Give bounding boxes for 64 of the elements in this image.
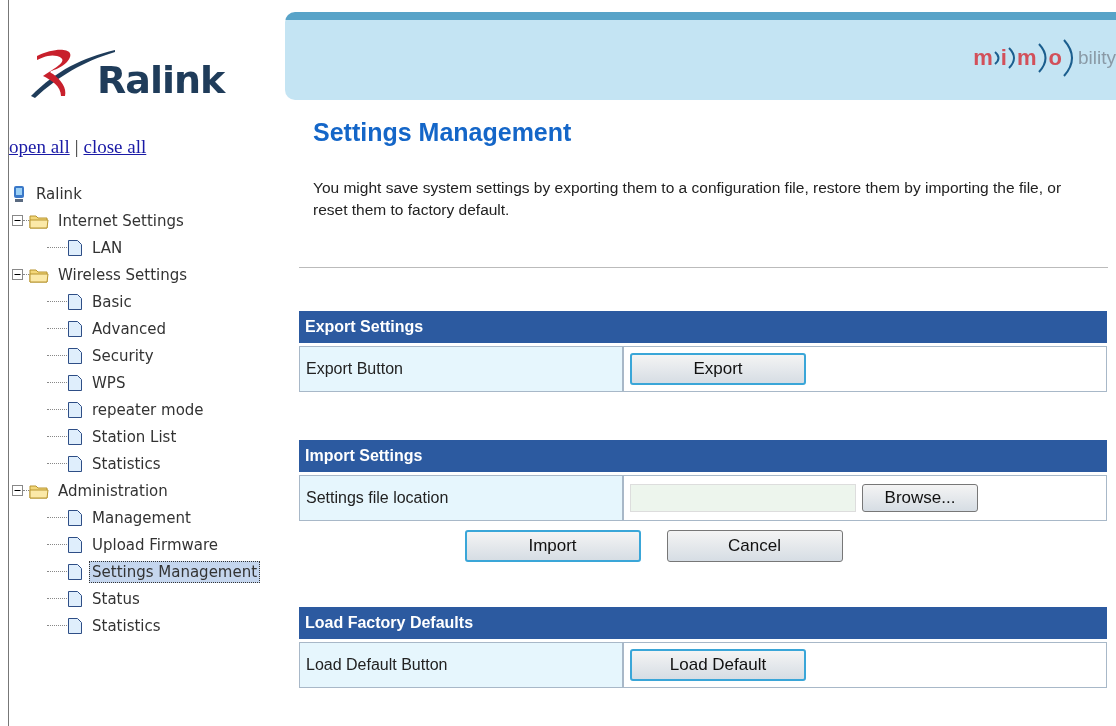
page-icon [67, 238, 83, 257]
section-header: Export Settings [299, 311, 1107, 343]
tree-item[interactable]: Station List [89, 425, 180, 448]
tree-folder[interactable]: Administration [55, 479, 171, 502]
arc-icon [993, 51, 1000, 65]
action-button[interactable]: Load Default [630, 649, 806, 681]
tree-item[interactable]: Security [89, 344, 157, 367]
tree-item[interactable]: Status [89, 587, 143, 610]
link-separator: | [74, 136, 79, 158]
page-icon [67, 508, 83, 527]
collapse-icon[interactable] [12, 269, 23, 280]
page-icon [67, 589, 83, 608]
page-icon [67, 400, 83, 419]
page-icon [67, 427, 83, 446]
tree-item[interactable]: Advanced [89, 317, 170, 340]
arc-icon [1037, 43, 1048, 73]
action-button[interactable]: Import [464, 530, 641, 562]
section-header: Load Factory Defaults [299, 607, 1107, 639]
computer-icon [11, 184, 27, 203]
tree-item[interactable]: Management [89, 506, 194, 529]
logo-letter: m [973, 45, 993, 71]
logo-letter: i [1000, 45, 1007, 71]
tree-item[interactable]: Statistics [89, 452, 164, 475]
table-cell: Settings file location [299, 475, 623, 521]
action-button[interactable]: Cancel [666, 530, 843, 562]
tree-item[interactable]: Statistics [89, 614, 164, 637]
tree-item[interactable]: Upload Firmware [89, 533, 222, 556]
logo-text: Ralink [97, 60, 225, 100]
tree-item[interactable]: LAN [89, 236, 126, 259]
tree-folder[interactable]: Internet Settings [55, 209, 187, 232]
collapse-icon[interactable] [12, 215, 23, 226]
logo-letter: m [1016, 45, 1037, 71]
close-all-link[interactable]: close all [83, 136, 147, 158]
page-icon [67, 346, 83, 365]
page-icon [67, 292, 83, 311]
tree-root[interactable]: Ralink [33, 182, 85, 205]
page-icon [67, 616, 83, 635]
folder-icon [29, 212, 49, 229]
section-header: Import Settings [299, 440, 1107, 472]
folder-icon [29, 482, 49, 499]
table-cell: Load Default Button [299, 642, 623, 688]
folder-icon [29, 266, 49, 283]
page-title: Settings Management [313, 118, 573, 147]
tree-item[interactable]: Basic [89, 290, 135, 313]
logo-text: bility [1078, 47, 1116, 69]
page-icon [67, 535, 83, 554]
collapse-icon[interactable] [12, 485, 23, 496]
file-path-field[interactable] [630, 484, 856, 512]
tree-folder[interactable]: Wireless Settings [55, 263, 191, 286]
action-button[interactable]: Export [630, 353, 806, 385]
page-icon [67, 454, 83, 473]
table-cell: Export Button [299, 346, 623, 392]
page-icon [67, 562, 83, 581]
arc-icon [1063, 39, 1075, 77]
logo-letter: o [1048, 45, 1062, 71]
page-icon [67, 373, 83, 392]
tree-item[interactable]: repeater mode [89, 398, 207, 421]
page-description: You might save system settings by exporting them to a configuration file, restore them by importing the file, or reset them to factory default. [313, 178, 1063, 220]
tree-item[interactable]: WPS [89, 371, 129, 394]
page-icon [67, 319, 83, 338]
open-all-link[interactable]: open all [9, 136, 70, 158]
browse-button[interactable]: Browse... [862, 484, 978, 512]
arc-icon [1007, 47, 1016, 69]
tree-item[interactable]: Settings Management [89, 560, 261, 583]
